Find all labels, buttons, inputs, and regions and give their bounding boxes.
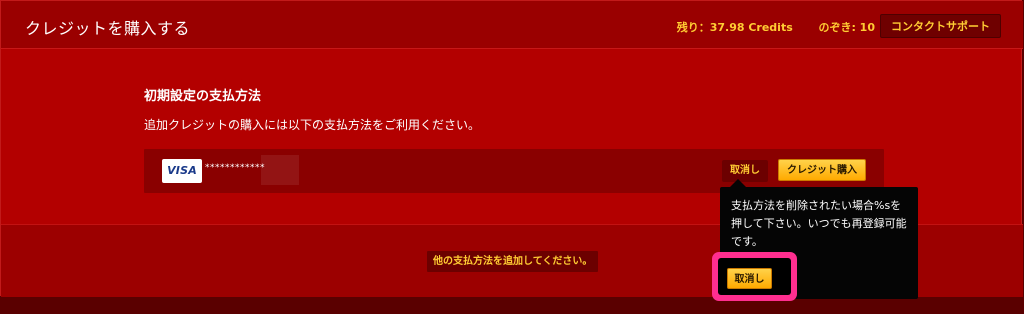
default-payment-method-title: 初期設定の支払方法 bbox=[144, 89, 262, 104]
visa-card-logo: VISA bbox=[162, 159, 202, 183]
buy-credits-button[interactable]: クレジット購入 bbox=[778, 159, 866, 181]
purchase-credits-page: クレジットを購入する 残り：37.98 Credits のぞき: 10 コンタク… bbox=[0, 0, 1024, 314]
panel-header: クレジットを購入する 残り：37.98 Credits のぞき: 10 コンタク… bbox=[1, 1, 1023, 49]
confirm-inner: 取消し bbox=[718, 258, 791, 295]
contact-support-button[interactable]: コンタクトサポート bbox=[880, 14, 1001, 38]
account-summary: 残り：37.98 Credits のぞき: 10 bbox=[677, 19, 875, 35]
confirm-remove-button[interactable]: 取消し bbox=[727, 268, 772, 289]
credits-remaining: 残り：37.98 Credits bbox=[676, 21, 793, 34]
masked-card-number: ************ bbox=[205, 163, 265, 173]
peek-count: のぞき: 10 bbox=[818, 21, 875, 34]
default-payment-method-subtitle: 追加クレジットの購入には以下の支払方法をご利用ください。 bbox=[144, 118, 481, 132]
add-payment-method-link[interactable]: 他の支払方法を追加してください。 bbox=[427, 251, 599, 272]
masked-card-tail bbox=[261, 155, 299, 185]
page-title: クレジットを購入する bbox=[25, 19, 191, 38]
tooltip-message: 支払方法を削除されたい場合%sを押して下さい。いつでも再登録可能です。 bbox=[731, 199, 907, 248]
confirm-highlight-frame: 取消し bbox=[712, 252, 797, 301]
